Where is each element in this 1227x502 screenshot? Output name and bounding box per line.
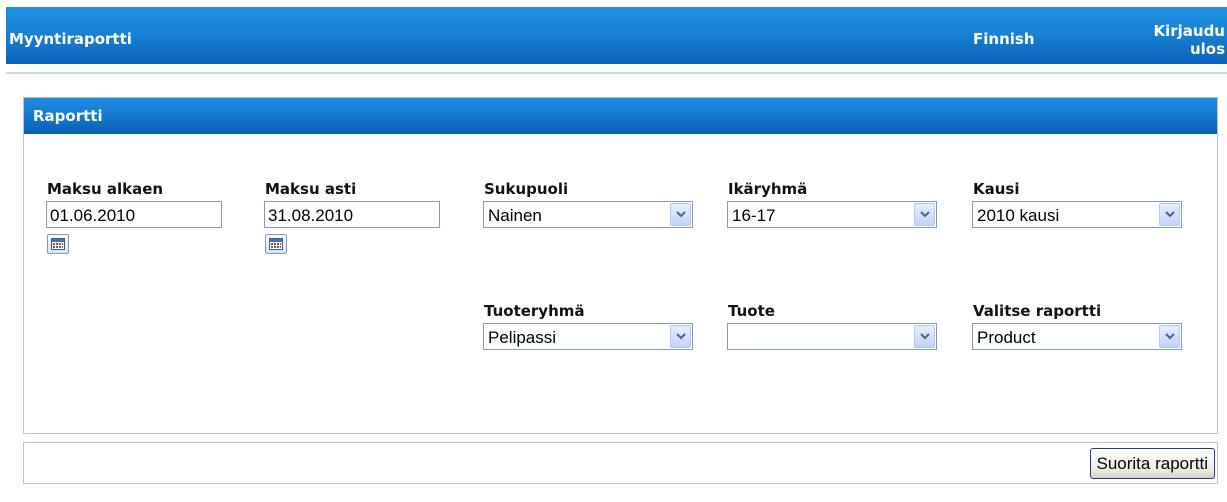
- payment-to-calendar-button[interactable]: [265, 234, 287, 254]
- payment-from-label: Maksu alkaen: [47, 180, 164, 198]
- header-divider: [6, 72, 1227, 74]
- season-select-value: 2010 kausi: [977, 206, 1060, 225]
- payment-from-input[interactable]: [46, 201, 222, 228]
- payment-to-input[interactable]: [264, 201, 440, 228]
- app-header: [6, 7, 1227, 64]
- payment-from-calendar-button[interactable]: [47, 234, 69, 254]
- season-select[interactable]: 2010 kausi: [972, 201, 1182, 228]
- age-group-dropdown-button[interactable]: [914, 203, 935, 226]
- run-report-button[interactable]: Suorita raportti: [1089, 448, 1215, 479]
- product-group-select-value: Pelipassi: [488, 328, 557, 347]
- age-group-select[interactable]: 16-17: [727, 201, 937, 228]
- report-type-label: Valitse raportti: [973, 302, 1102, 320]
- action-bar: Suorita raportti: [23, 442, 1218, 484]
- panel-title: Raportti: [33, 107, 103, 125]
- chevron-down-icon: [676, 211, 686, 218]
- product-select[interactable]: [727, 323, 937, 350]
- chevron-down-icon: [920, 333, 930, 340]
- language-link[interactable]: Finnish: [973, 30, 1035, 48]
- product-label: Tuote: [728, 302, 775, 320]
- age-group-label: Ikäryhmä: [728, 180, 808, 198]
- calendar-icon: [51, 238, 65, 250]
- chevron-down-icon: [1165, 333, 1175, 340]
- app-title: Myyntiraportti: [9, 30, 132, 48]
- report-type-select-value: Product: [977, 328, 1036, 347]
- chevron-down-icon: [676, 333, 686, 340]
- report-type-dropdown-button[interactable]: [1159, 325, 1180, 348]
- logout-link[interactable]: Kirjaudu ulos: [1145, 22, 1225, 58]
- chevron-down-icon: [1165, 211, 1175, 218]
- panel-header: Raportti: [24, 98, 1217, 134]
- season-dropdown-button[interactable]: [1159, 203, 1180, 226]
- product-group-select[interactable]: Pelipassi: [483, 323, 693, 350]
- product-group-label: Tuoteryhmä: [484, 302, 585, 320]
- payment-to-label: Maksu asti: [265, 180, 357, 198]
- gender-dropdown-button[interactable]: [670, 203, 691, 226]
- gender-select[interactable]: Nainen: [483, 201, 693, 228]
- gender-select-value: Nainen: [488, 206, 542, 225]
- report-panel: Raportti Maksu alkaen Maksu asti: [23, 97, 1218, 434]
- age-group-select-value: 16-17: [732, 206, 776, 225]
- gender-label: Sukupuoli: [484, 180, 569, 198]
- season-label: Kausi: [973, 180, 1020, 198]
- report-type-select[interactable]: Product: [972, 323, 1182, 350]
- product-group-dropdown-button[interactable]: [670, 325, 691, 348]
- chevron-down-icon: [920, 211, 930, 218]
- product-dropdown-button[interactable]: [914, 325, 935, 348]
- calendar-icon: [269, 238, 283, 250]
